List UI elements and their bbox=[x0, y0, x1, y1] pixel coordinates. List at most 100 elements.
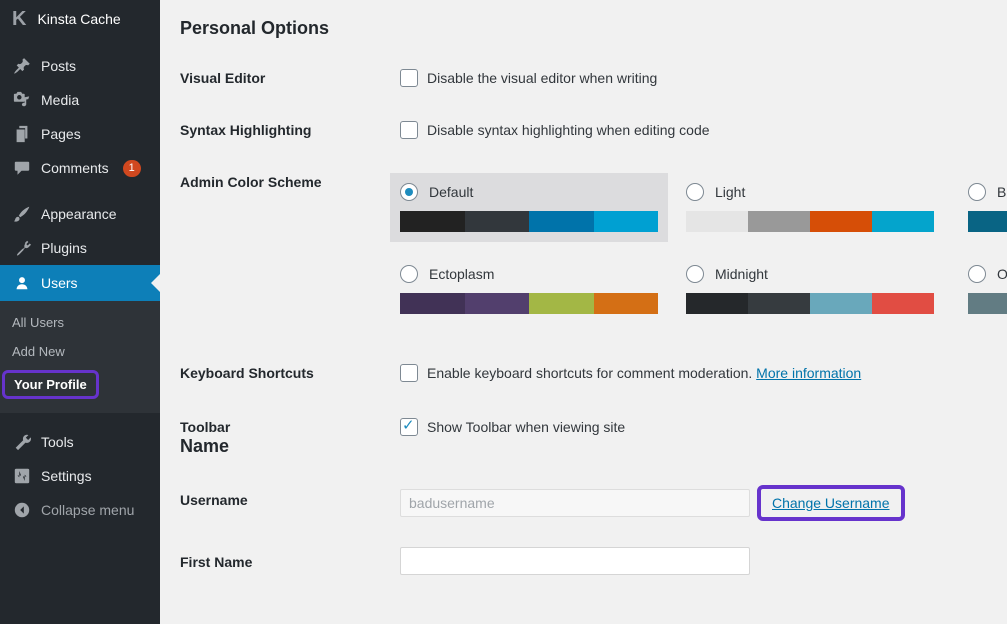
default-radio[interactable] bbox=[400, 183, 418, 201]
name-heading: Name bbox=[180, 436, 1007, 457]
keyboard-shortcuts-checkbox[interactable] bbox=[400, 364, 418, 382]
sidebar-item-collapse-menu[interactable]: Collapse menu bbox=[0, 493, 160, 527]
swatch bbox=[748, 293, 810, 314]
sidebar-item-all-users[interactable]: All Users bbox=[0, 308, 160, 337]
brand-label: Kinsta Cache bbox=[37, 11, 120, 27]
scheme-name: Ectoplasm bbox=[429, 266, 494, 282]
sidebar-item-appearance[interactable]: Appearance bbox=[0, 197, 160, 231]
sidebar-item-label: Comments bbox=[41, 160, 109, 176]
sidebar-item-label: Appearance bbox=[41, 206, 117, 222]
first-name-input[interactable] bbox=[400, 547, 750, 575]
highlight-box: Your Profile bbox=[2, 370, 99, 399]
toolbar-checkbox[interactable] bbox=[400, 418, 418, 436]
color-scheme-default[interactable]: Default bbox=[390, 173, 668, 242]
syntax-highlighting-checkbox[interactable] bbox=[400, 121, 418, 139]
more-information-link[interactable]: More information bbox=[756, 365, 861, 381]
first-name-label: First Name bbox=[180, 547, 400, 570]
keyboard-shortcuts-row: Keyboard Shortcuts Enable keyboard short… bbox=[180, 364, 1007, 382]
color-scheme-midnight[interactable]: Midnight bbox=[676, 255, 944, 324]
sidebar-item-add-new[interactable]: Add New bbox=[0, 337, 160, 366]
sidebar-item-label: Media bbox=[41, 92, 79, 108]
scheme-swatches bbox=[968, 293, 1007, 314]
keyboard-shortcuts-label: Keyboard Shortcuts bbox=[180, 364, 400, 381]
comments-icon bbox=[12, 159, 31, 178]
kinsta-logo-icon: K bbox=[12, 9, 26, 29]
blue-radio[interactable] bbox=[968, 183, 986, 201]
scheme-name: Ocean bbox=[997, 266, 1007, 282]
visual-editor-checkbox[interactable] bbox=[400, 69, 418, 87]
swatch bbox=[968, 293, 1007, 314]
toolbar-option-text: Show Toolbar when viewing site bbox=[427, 419, 625, 435]
swatch bbox=[400, 293, 465, 314]
color-scheme-ectoplasm[interactable]: Ectoplasm bbox=[390, 255, 668, 324]
scheme-name: Default bbox=[429, 184, 473, 200]
tools-icon bbox=[12, 433, 31, 452]
sidebar-item-settings[interactable]: Settings bbox=[0, 459, 160, 493]
sidebar-item-comments[interactable]: Comments 1 bbox=[0, 151, 160, 185]
swatch bbox=[748, 211, 810, 232]
color-scheme-light[interactable]: Light bbox=[676, 173, 944, 242]
settings-icon bbox=[12, 467, 31, 486]
swatch bbox=[968, 211, 1007, 232]
scheme-swatches bbox=[686, 293, 934, 314]
sidebar-item-posts[interactable]: Posts bbox=[0, 49, 160, 83]
scheme-swatches bbox=[968, 211, 1007, 232]
sidebar-item-label: Pages bbox=[41, 126, 81, 142]
admin-sidebar: K Kinsta Cache Posts Media Pages bbox=[0, 0, 160, 624]
swatch bbox=[400, 211, 465, 232]
light-radio[interactable] bbox=[686, 183, 704, 201]
personal-options-heading: Personal Options bbox=[180, 18, 1007, 39]
comments-count-badge: 1 bbox=[123, 160, 141, 177]
pages-icon bbox=[12, 125, 31, 144]
sidebar-item-your-profile[interactable]: Your Profile bbox=[2, 370, 160, 399]
scheme-name: Light bbox=[715, 184, 745, 200]
syntax-highlighting-option-text: Disable syntax highlighting when editing… bbox=[427, 122, 710, 138]
username-row: Username Change Username bbox=[180, 485, 1007, 521]
profile-page: Personal Options Visual Editor Disable t… bbox=[160, 0, 1007, 624]
sidebar-item-label: Plugins bbox=[41, 240, 87, 256]
toolbar-row: Toolbar Show Toolbar when viewing site bbox=[180, 418, 1007, 436]
sidebar-item-users[interactable]: Users bbox=[0, 265, 160, 301]
scheme-name: Blue bbox=[997, 184, 1007, 200]
appearance-icon bbox=[12, 205, 31, 224]
scheme-swatches bbox=[400, 211, 658, 232]
sidebar-item-tools[interactable]: Tools bbox=[0, 425, 160, 459]
color-scheme-blue[interactable]: Blue bbox=[958, 173, 1007, 242]
sidebar-item-plugins[interactable]: Plugins bbox=[0, 231, 160, 265]
first-name-row: First Name bbox=[180, 547, 1007, 575]
pin-icon bbox=[12, 57, 31, 76]
sidebar-item-label: Settings bbox=[41, 468, 92, 484]
scheme-name: Midnight bbox=[715, 266, 768, 282]
users-submenu: All Users Add New Your Profile bbox=[0, 301, 160, 413]
swatch bbox=[810, 293, 872, 314]
swatch bbox=[465, 293, 530, 314]
admin-color-scheme-row: Admin Color Scheme Default bbox=[180, 173, 1007, 324]
sidebar-item-pages[interactable]: Pages bbox=[0, 117, 160, 151]
visual-editor-label: Visual Editor bbox=[180, 69, 400, 86]
current-menu-arrow bbox=[151, 274, 160, 292]
admin-menu: Posts Media Pages Comments 1 bbox=[0, 49, 160, 527]
media-icon bbox=[12, 91, 31, 110]
swatch bbox=[529, 293, 594, 314]
highlight-box: Change Username bbox=[757, 485, 905, 521]
scheme-swatches bbox=[686, 211, 934, 232]
midnight-radio[interactable] bbox=[686, 265, 704, 283]
keyboard-shortcuts-option-text: Enable keyboard shortcuts for comment mo… bbox=[427, 365, 752, 381]
sidebar-item-kinsta-cache[interactable]: K Kinsta Cache bbox=[0, 0, 160, 37]
visual-editor-option-text: Disable the visual editor when writing bbox=[427, 70, 657, 86]
syntax-highlighting-label: Syntax Highlighting bbox=[180, 121, 400, 138]
username-input[interactable] bbox=[400, 489, 750, 517]
change-username-link[interactable]: Change Username bbox=[772, 495, 890, 511]
color-scheme-ocean[interactable]: Ocean bbox=[958, 255, 1007, 324]
sidebar-item-label: Collapse menu bbox=[41, 502, 134, 518]
users-icon bbox=[12, 274, 31, 293]
ocean-radio[interactable] bbox=[968, 265, 986, 283]
ectoplasm-radio[interactable] bbox=[400, 265, 418, 283]
swatch bbox=[810, 211, 872, 232]
username-label: Username bbox=[180, 485, 400, 508]
swatch bbox=[594, 293, 659, 314]
collapse-icon bbox=[12, 501, 31, 520]
swatch bbox=[686, 211, 748, 232]
sidebar-item-label: Users bbox=[41, 275, 78, 291]
sidebar-item-media[interactable]: Media bbox=[0, 83, 160, 117]
